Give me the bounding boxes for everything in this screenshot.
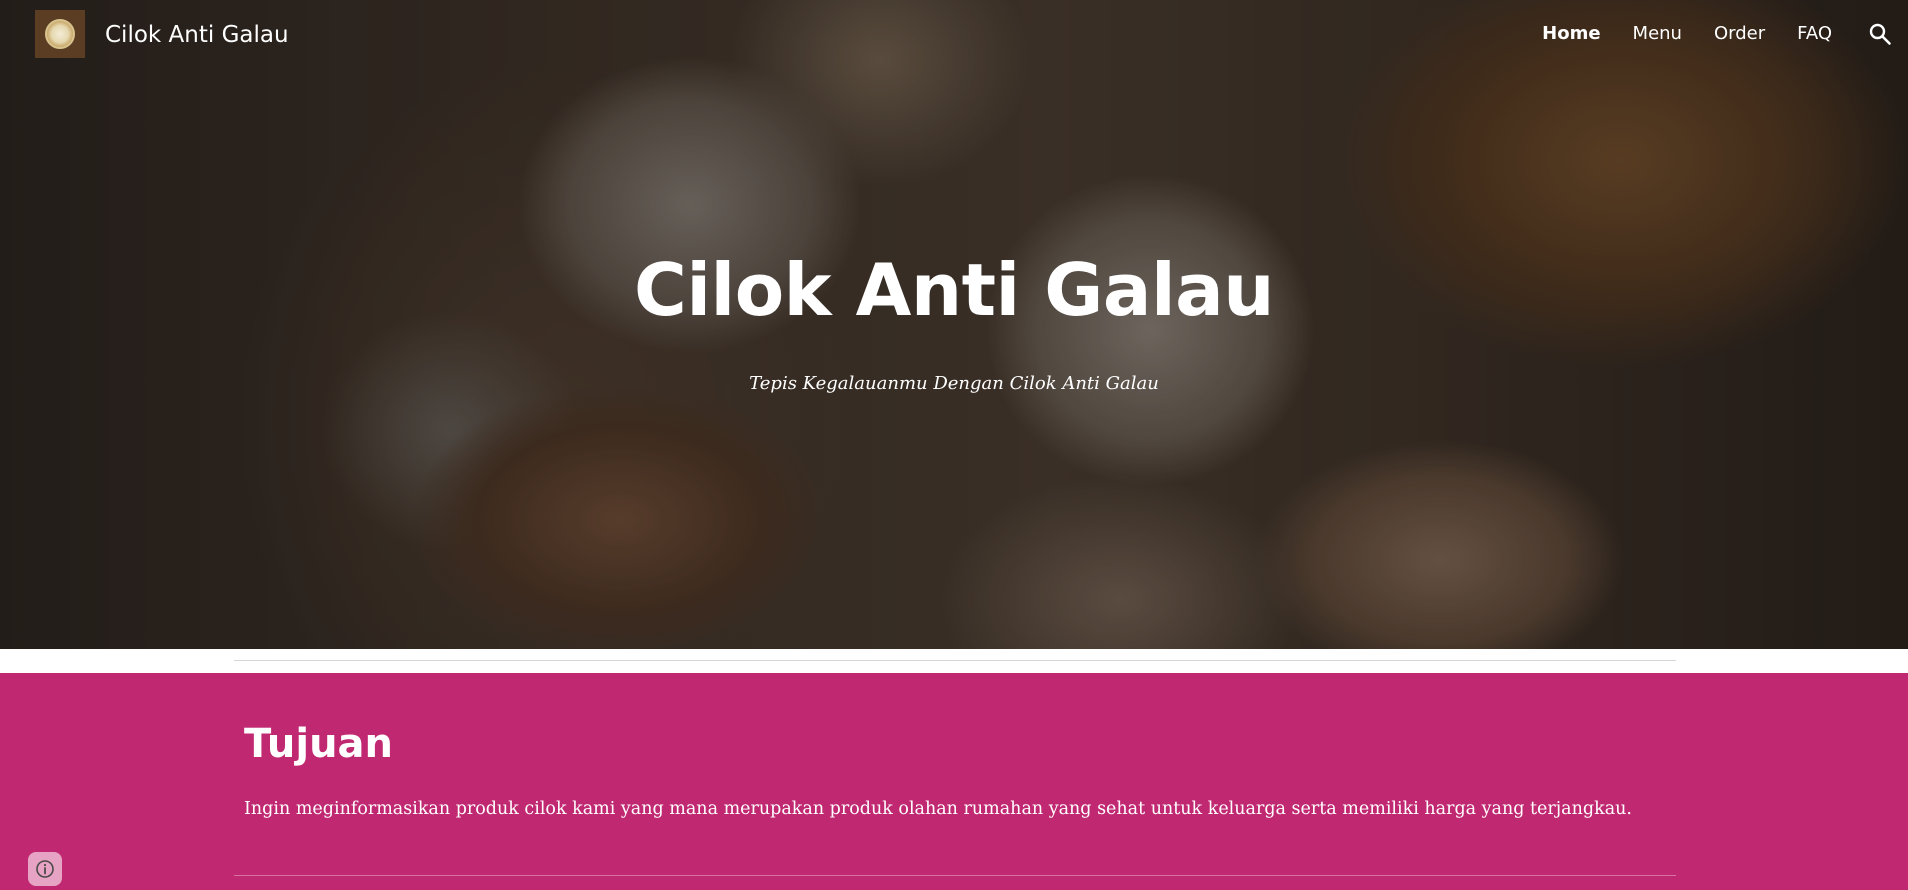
info-button[interactable] — [28, 852, 62, 886]
search-icon[interactable] — [1866, 20, 1894, 48]
logo-image — [45, 19, 75, 49]
section-separator — [0, 649, 1908, 673]
hero-title: Cilok Anti Galau — [634, 248, 1274, 332]
site-title[interactable]: Cilok Anti Galau — [105, 18, 289, 52]
tujuan-section: Tujuan Ingin meginformasikan produk cilo… — [0, 673, 1908, 890]
nav-item-menu[interactable]: Menu — [1633, 0, 1682, 68]
nav-item-faq[interactable]: FAQ — [1797, 0, 1832, 68]
site-logo[interactable] — [35, 10, 85, 58]
main-nav: Home Menu Order FAQ — [1542, 0, 1908, 68]
section-text: Ingin meginformasikan produk cilok kami … — [244, 799, 1632, 819]
divider-line — [234, 660, 1676, 661]
nav-item-home[interactable]: Home — [1542, 0, 1600, 68]
section-title: Tujuan — [244, 721, 394, 767]
info-icon — [36, 860, 54, 878]
nav-item-order[interactable]: Order — [1714, 0, 1765, 68]
hero-subtitle: Tepis Kegalauanmu Dengan Cilok Anti Gala… — [749, 373, 1159, 394]
section-divider — [234, 875, 1676, 876]
